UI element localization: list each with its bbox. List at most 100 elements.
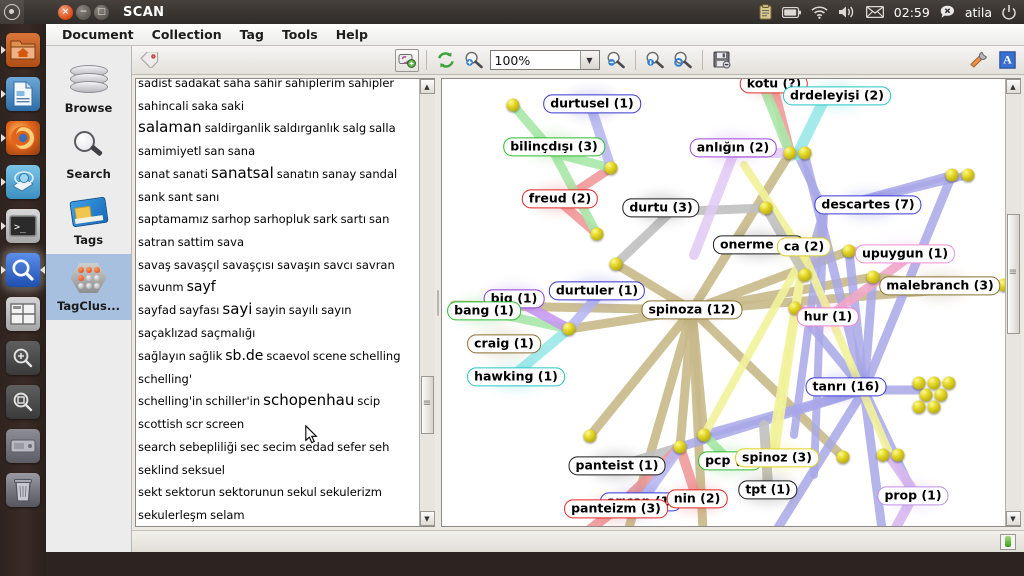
graph-node-ball[interactable] [876,448,890,462]
status-indicator-icon[interactable] [1000,533,1016,550]
graph-node-ball[interactable] [842,244,856,258]
menu-tag[interactable]: Tag [232,25,272,44]
tag-word[interactable]: sanatsal [211,163,274,184]
tag-word[interactable]: scaevol [266,348,309,364]
tag-icon[interactable] [137,49,161,72]
tag-word[interactable]: sadist [138,79,172,91]
graph-node-ball[interactable] [942,376,956,390]
tag-word[interactable]: sayfad [138,302,176,318]
graph-node-ball[interactable] [506,98,520,112]
tag-word[interactable]: sayfası [179,302,219,318]
tag-word[interactable]: sanatın [277,166,319,182]
tag-word[interactable]: selam [210,507,245,523]
tag-word[interactable]: savcı [323,257,352,273]
launcher-item-search-app[interactable] [0,248,46,292]
volume-icon[interactable] [838,5,856,19]
graph-node-label[interactable]: anlığın (2) [689,138,777,158]
tag-word[interactable]: sartı [341,211,366,227]
tag-word[interactable]: sahir [254,79,282,91]
zoom-in-icon[interactable] [462,49,486,72]
tag-word[interactable]: sandal [359,166,397,182]
launcher-item-firefox[interactable] [0,116,46,160]
graph-node-label[interactable]: spinoz (3) [735,448,819,468]
tag-word[interactable]: seklind [138,462,179,478]
tag-word[interactable]: sektorun [165,484,216,500]
tag-word[interactable]: sağlik [189,348,222,364]
sidebar-item-search[interactable]: Search [46,122,131,188]
menu-help[interactable]: Help [328,25,376,44]
launcher-item-document-viewer[interactable] [0,72,46,116]
tag-word[interactable]: savran [356,257,395,273]
tag-word[interactable]: sana [228,143,255,159]
tag-word[interactable]: saka [192,98,219,114]
tag-word[interactable]: sarhopluk [254,211,310,227]
scrollbar-thumb[interactable] [420,376,434,434]
tag-word[interactable]: sedad [299,439,334,455]
graph-node-ball[interactable] [673,440,687,454]
graph-node-ball[interactable] [912,400,926,414]
graph-node-ball[interactable] [609,257,623,271]
sidebar-item-tagcluster[interactable]: TagClus... [46,254,131,320]
tag-word[interactable]: sant [168,189,193,205]
wifi-icon[interactable] [811,5,828,19]
tag-word[interactable]: sebepliliği [179,439,237,455]
scroll-up-arrow-icon[interactable]: ▲ [419,79,435,94]
tag-word[interactable]: schiller'in [206,393,261,409]
graph-node-ball[interactable] [891,448,905,462]
menu-collection[interactable]: Collection [144,25,230,44]
launcher-item-zoom-region-app[interactable] [0,380,46,424]
tag-word-cloud-pane[interactable]: sadist sadakat saha sahir sahiplerim sahipler… [135,78,435,527]
scrollbar-track[interactable] [419,94,435,511]
tag-word[interactable]: sahipler [348,79,394,91]
tag-word[interactable]: sekulerleşm [138,507,207,523]
graph-node-ball[interactable] [919,388,933,402]
tag-word[interactable]: san [369,211,389,227]
graph-node-ball[interactable] [798,146,812,160]
sidebar-item-browse[interactable]: Browse [46,56,131,122]
graph-node-label[interactable]: descartes (7) [814,195,922,215]
tag-word[interactable]: sanay [322,166,356,182]
tag-word[interactable]: sanati [173,166,208,182]
tag-word[interactable]: sanat [138,166,170,182]
tag-word[interactable]: savunm [138,279,184,295]
graph-node-ball[interactable] [961,168,975,182]
username-label[interactable]: atila [965,5,992,20]
tag-word[interactable]: sadakat [175,79,220,91]
clock[interactable]: 02:59 [894,5,930,20]
launcher-item-workspace-switcher[interactable] [0,292,46,336]
tag-word[interactable]: saldırganlık [274,120,340,136]
tag-word[interactable]: seh [369,439,389,455]
launcher-item-network[interactable] [0,160,46,204]
tag-cluster-graph-pane[interactable]: kotu (?) drdeleyişi (2) durtusel (1) bilinç… [441,78,1021,527]
launcher-item-trash[interactable] [0,468,46,512]
graph-node-label[interactable]: upuygun (1) [854,244,956,264]
tag-word[interactable]: schelling [350,348,401,364]
refresh-icon[interactable] [434,49,458,72]
graph-scroll-down-arrow-icon[interactable]: ▼ [1005,511,1021,526]
tag-word[interactable]: schelling'in [138,393,203,409]
graph-node-label[interactable]: craig (1) [467,334,541,354]
tag-word[interactable]: sektorunun [219,484,284,500]
tag-word[interactable]: savaşın [277,257,320,273]
tag-word[interactable]: sattim [178,234,214,250]
tag-word[interactable]: savaş [138,257,171,273]
graph-node-label[interactable]: nin (2) [666,489,728,509]
graph-node-ball[interactable] [604,161,618,175]
tag-cluster-graph[interactable]: kotu (?) drdeleyişi (2) durtusel (1) bilinç… [442,79,1005,526]
tag-word[interactable]: sefer [337,439,366,455]
mail-icon[interactable] [865,6,884,18]
graph-node-label[interactable]: panteizm (3) [564,499,668,519]
zoom-fit-icon[interactable] [671,49,695,72]
launcher-item-zoom-in-app[interactable] [0,336,46,380]
window-close-button[interactable]: × [58,4,73,20]
tag-word[interactable]: scip [357,393,380,409]
tag-word[interactable]: schelling' [138,371,192,387]
graph-node-label[interactable]: malebranch (3) [879,276,1001,296]
graph-node-label[interactable]: durtuler (1) [548,281,646,301]
tag-word[interactable]: satran [138,234,175,250]
tag-word[interactable]: saptamamız [138,211,209,227]
graph-node-ball[interactable] [945,168,959,182]
tag-word[interactable]: sayi [222,299,252,320]
user-status-icon[interactable] [940,5,955,19]
tag-word[interactable]: scottish [138,416,183,432]
